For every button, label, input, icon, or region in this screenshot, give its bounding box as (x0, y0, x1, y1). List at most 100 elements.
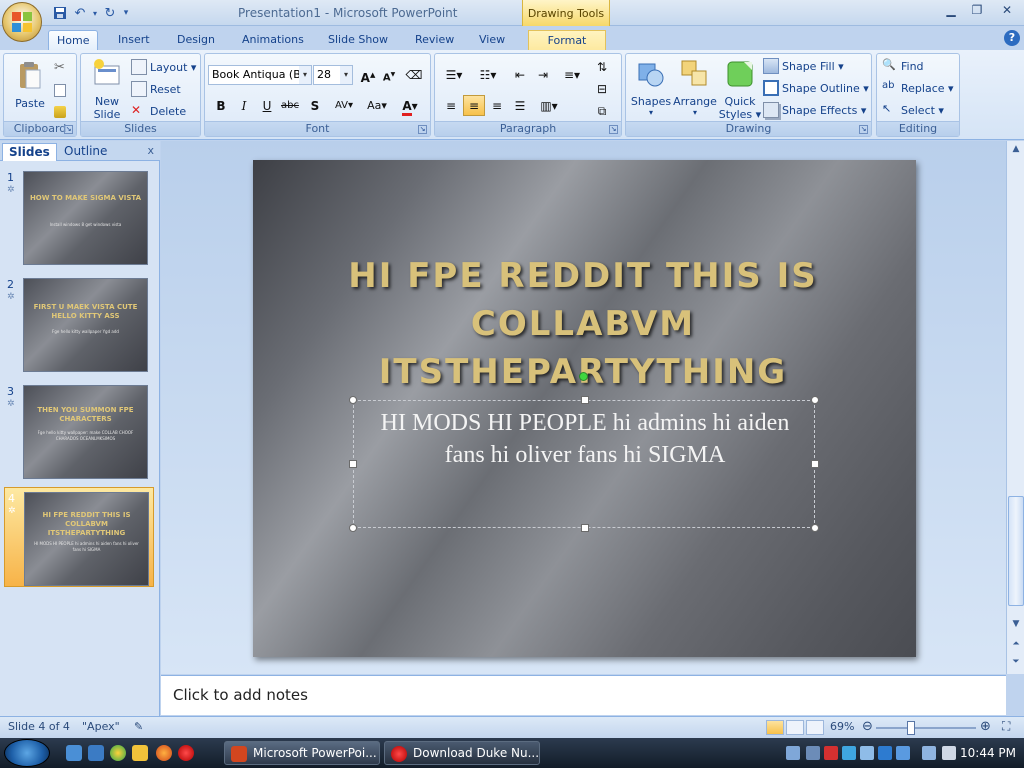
clock[interactable]: 10:44 PM (960, 746, 1016, 760)
resize-handle-top-left[interactable] (349, 396, 357, 404)
monitor-icon[interactable] (922, 746, 936, 760)
clear-formatting-icon[interactable]: ⌫ (403, 64, 425, 85)
spelling-check-icon[interactable]: ✎ (134, 720, 143, 733)
scroll-up-icon[interactable]: ▲ (1008, 141, 1024, 157)
scrollbar-thumb[interactable] (1008, 496, 1024, 606)
taskbar-button-browser[interactable]: Download Duke Nu... (384, 741, 540, 765)
slide-thumbnail-2[interactable]: 2 ✲ FIRST U MAEK VISTA CUTE HELLO KITTY … (4, 274, 154, 374)
select-button[interactable]: ↖ Select ▾ (882, 100, 944, 120)
find-button[interactable]: 🔍 Find (882, 56, 924, 76)
update-icon[interactable] (842, 746, 856, 760)
resize-handle-bottom-left[interactable] (349, 524, 357, 532)
shapes-button[interactable]: Shapes ▾ (629, 58, 673, 117)
grow-font-button[interactable]: A▲ (357, 64, 379, 85)
paragraph-launcher-icon[interactable]: ↘ (609, 125, 618, 134)
network-icon[interactable] (786, 746, 800, 760)
redo-icon[interactable]: ↻ (100, 4, 120, 22)
font-name-dropdown-icon[interactable]: ▾ (299, 66, 311, 84)
numbering-icon[interactable]: ☷▾ (473, 64, 503, 85)
notes-pane[interactable]: Click to add notes (161, 675, 1006, 715)
copy-icon[interactable] (54, 80, 69, 100)
body-text-box[interactable]: HI MODS HI PEOPLE hi admins hi aiden fan… (349, 396, 819, 532)
previous-slide-icon[interactable]: ⏶ (1008, 636, 1024, 652)
paste-button[interactable]: Paste (8, 60, 52, 110)
tab-animations[interactable]: Animations (234, 30, 312, 50)
tab-home[interactable]: Home (48, 30, 99, 50)
slide-body-text[interactable]: HI MODS HI PEOPLE hi admins hi aiden fan… (362, 407, 808, 471)
tab-design[interactable]: Design (169, 30, 223, 50)
shape-outline-button[interactable]: Shape Outline ▾ (763, 78, 869, 98)
close-pane-icon[interactable]: x (147, 144, 154, 157)
layout-button[interactable]: Layout ▾ (131, 57, 196, 77)
chrome-icon[interactable] (110, 745, 126, 761)
font-size-dropdown-icon[interactable]: ▾ (340, 66, 352, 84)
office-button[interactable] (2, 2, 42, 42)
justify-icon[interactable]: ☰ (509, 95, 531, 116)
replace-button[interactable]: ab Replace ▾ (882, 78, 954, 98)
tab-insert[interactable]: Insert (110, 30, 158, 50)
strikethrough-button[interactable]: abc (279, 95, 301, 116)
customize-qat-icon[interactable]: ▾ (120, 4, 132, 22)
clipboard-launcher-icon[interactable]: ↘ (64, 125, 73, 134)
taskbar-button-powerpoint[interactable]: Microsoft PowerPoi... (224, 741, 380, 765)
safely-remove-icon[interactable] (860, 746, 874, 760)
align-left-icon[interactable]: ≡ (440, 95, 462, 116)
text-shadow-button[interactable]: S (304, 95, 326, 116)
slide-thumbnail-4[interactable]: 4 ✲ HI FPE REDDIT THIS IS COLLABVM ITSTH… (4, 487, 154, 587)
shape-effects-button[interactable]: Shape Effects ▾ (763, 100, 866, 120)
notes-placeholder[interactable]: Click to add notes (173, 686, 308, 704)
cut-icon[interactable]: ✂ (54, 58, 73, 78)
font-launcher-icon[interactable]: ↘ (418, 125, 427, 134)
zoom-slider[interactable] (876, 727, 976, 729)
character-spacing-button[interactable]: AV▾ (329, 95, 359, 116)
shape-fill-button[interactable]: Shape Fill ▾ (763, 56, 844, 76)
smartart-icon[interactable]: ⧉ (591, 100, 613, 121)
slide-sorter-view-icon[interactable] (786, 720, 804, 735)
tab-slide-show[interactable]: Slide Show (320, 30, 396, 50)
quick-styles-button[interactable]: Quick Styles ▾ (718, 58, 762, 121)
arrange-button[interactable]: Arrange ▾ (673, 58, 717, 117)
switch-windows-icon[interactable] (88, 745, 104, 761)
help-icon[interactable]: ? (1004, 30, 1020, 46)
zoom-slider-thumb[interactable] (906, 721, 915, 735)
font-name-combo[interactable]: Book Antiqua (Bo ▾ (208, 65, 312, 85)
increase-indent-icon[interactable]: ⇥ (532, 64, 554, 85)
vertical-scrollbar[interactable]: ▲ ▼ ⏶ ⏷ (1006, 141, 1024, 674)
align-center-icon[interactable]: ≡ (463, 95, 485, 116)
bluetooth-icon[interactable] (878, 746, 892, 760)
text-direction-icon[interactable]: ⇅ (591, 56, 613, 77)
decrease-indent-icon[interactable]: ⇤ (509, 64, 531, 85)
undo-icon[interactable]: ↶ (70, 4, 90, 22)
format-painter-icon[interactable] (54, 102, 69, 122)
delete-button[interactable]: ✕ Delete (131, 101, 186, 121)
change-case-button[interactable]: Aa▾ (362, 95, 392, 116)
drawing-launcher-icon[interactable]: ↘ (859, 125, 868, 134)
volume-muted-icon[interactable] (942, 746, 956, 760)
scroll-down-icon[interactable]: ▼ (1008, 616, 1024, 632)
opera-icon[interactable] (178, 745, 194, 761)
zoom-out-icon[interactable]: ⊖ (862, 719, 873, 734)
security-alert-icon[interactable] (824, 746, 838, 760)
bullets-icon[interactable]: ☰▾ (439, 64, 469, 85)
resize-handle-left[interactable] (349, 460, 357, 468)
save-icon[interactable] (50, 4, 70, 22)
font-color-button[interactable]: A▾ (395, 95, 425, 116)
tab-review[interactable]: Review (407, 30, 462, 50)
zoom-level[interactable]: 69% (830, 720, 854, 733)
minimize-button[interactable]: ▁ (938, 3, 964, 21)
font-size-combo[interactable]: 28 ▾ (313, 65, 353, 85)
firefox-icon[interactable] (156, 745, 172, 761)
align-text-icon[interactable]: ⊟ (591, 78, 613, 99)
next-slide-icon[interactable]: ⏷ (1008, 654, 1024, 670)
italic-button[interactable]: I (233, 95, 255, 116)
line-spacing-icon[interactable]: ≡▾ (557, 64, 587, 85)
new-slide-button[interactable]: New Slide (87, 58, 127, 121)
start-button[interactable] (4, 739, 50, 767)
slide-canvas[interactable]: HI FPE REDDIT THIS IS COLLABVM ITSTHEPAR… (253, 160, 916, 657)
slide-show-view-icon[interactable] (806, 720, 824, 735)
tab-view[interactable]: View (471, 30, 513, 50)
resize-handle-bottom[interactable] (581, 524, 589, 532)
shrink-font-button[interactable]: A▼ (378, 64, 400, 85)
rotate-handle[interactable] (579, 372, 588, 381)
tab-outline[interactable]: Outline (58, 143, 113, 161)
